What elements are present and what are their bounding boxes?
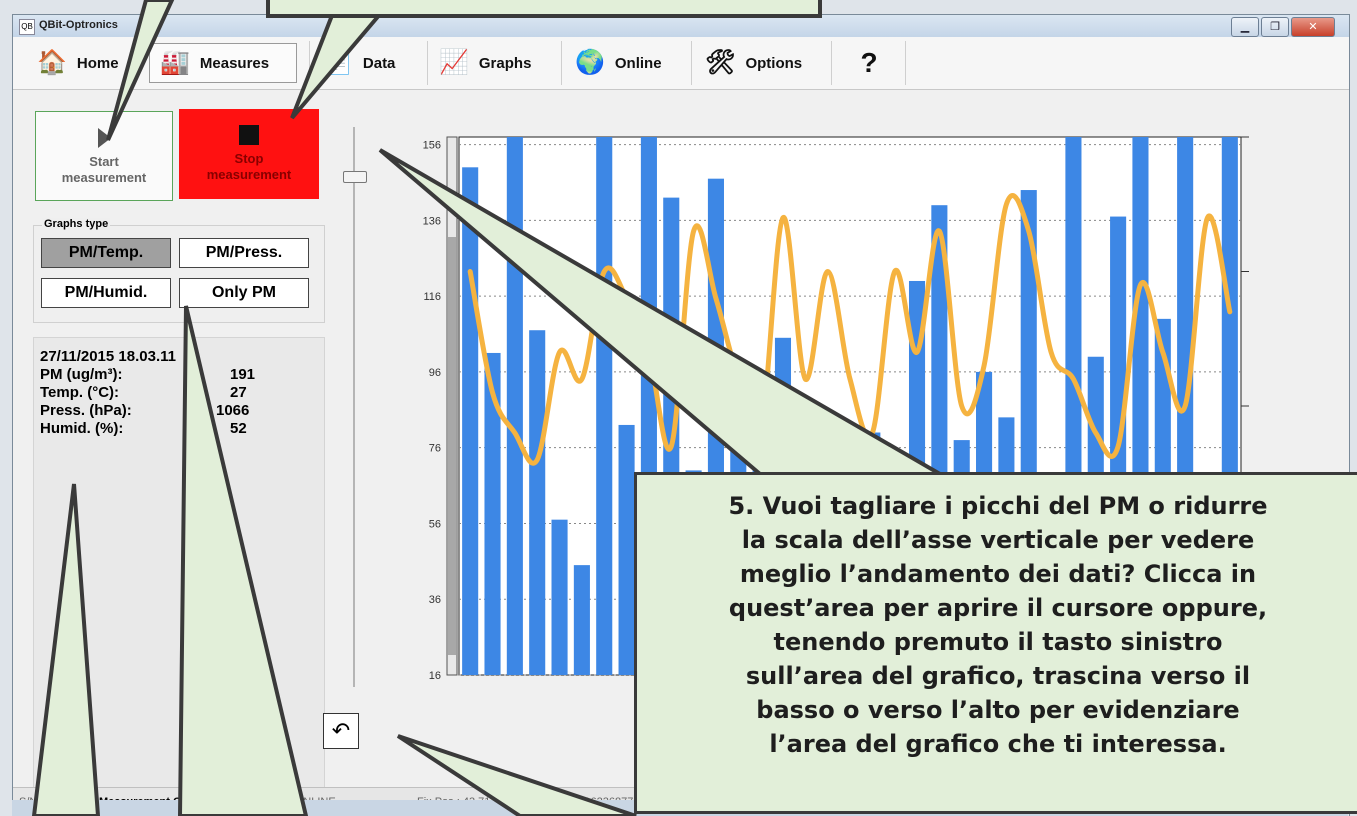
instruction-line: sull’area del grafico, trascina verso il — [745, 662, 1251, 690]
instruction-line: l’area del grafico che ti interessa. — [769, 730, 1227, 758]
pointer-slider — [378, 148, 948, 476]
instruction-line: basso o verso l’alto per evidenziare — [756, 696, 1240, 724]
instruction-line: 5. Vuoi tagliare i picchi del PM o ridur… — [728, 492, 1268, 520]
instruction-line: meglio l’andamento dei dati? Clicca in — [739, 560, 1257, 588]
instruction-line: tenendo premuto il tasto sinistro — [773, 628, 1223, 656]
pointer-reset — [396, 734, 637, 816]
instruction-line: quest’area per aprire il cursore oppure, — [728, 594, 1268, 622]
pointer-start — [106, 0, 175, 141]
pointer-readings — [31, 483, 101, 816]
pointer-graphs-type — [177, 305, 309, 816]
top-callout-box — [266, 0, 822, 18]
instruction-callout: 5. Vuoi tagliare i picchi del PM o ridur… — [634, 472, 1357, 814]
instruction-line: la scala dell’asse verticale per vedere — [741, 526, 1255, 554]
instruction-text: 5. Vuoi tagliare i picchi del PM o ridur… — [637, 489, 1357, 761]
